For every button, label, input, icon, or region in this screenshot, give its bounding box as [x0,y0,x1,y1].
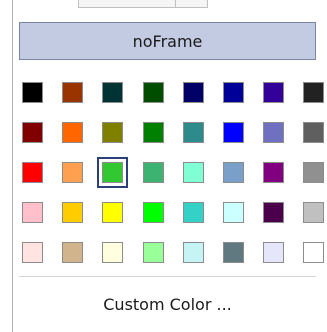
color-swatch[interactable] [183,122,204,143]
color-swatch[interactable] [62,82,83,103]
color-swatch[interactable] [183,162,204,183]
color-swatch[interactable] [303,202,324,223]
color-swatch[interactable] [102,242,123,263]
color-swatch[interactable] [102,202,123,223]
color-swatch[interactable] [62,162,83,183]
color-swatch[interactable] [62,202,83,223]
color-swatch[interactable] [22,242,43,263]
color-picker-popup: noFrame Custom Color ... [0,0,327,332]
separator [19,276,316,277]
color-swatch[interactable] [223,122,244,143]
color-swatch[interactable] [183,82,204,103]
color-swatch[interactable] [102,82,123,103]
color-swatch[interactable] [22,162,43,183]
color-swatch[interactable] [143,202,164,223]
color-swatch[interactable] [263,162,284,183]
color-swatch[interactable] [143,242,164,263]
color-swatch[interactable] [143,122,164,143]
color-swatch[interactable] [143,162,164,183]
color-swatch[interactable] [143,82,164,103]
color-swatch-grid [0,0,327,280]
color-swatch[interactable] [183,242,204,263]
color-swatch[interactable] [22,202,43,223]
color-swatch[interactable] [303,82,324,103]
color-swatch[interactable] [303,242,324,263]
color-swatch[interactable] [223,202,244,223]
color-swatch[interactable] [263,82,284,103]
color-swatch[interactable] [102,122,123,143]
color-swatch[interactable] [263,242,284,263]
color-swatch[interactable] [62,122,83,143]
color-swatch[interactable] [62,242,83,263]
color-swatch-selected[interactable] [97,157,128,188]
color-swatch[interactable] [303,162,324,183]
color-swatch[interactable] [263,122,284,143]
color-swatch[interactable] [223,162,244,183]
custom-color-button[interactable]: Custom Color ... [19,290,316,318]
custom-color-label: Custom Color ... [103,294,232,314]
color-swatch[interactable] [22,82,43,103]
color-swatch[interactable] [263,202,284,223]
color-swatch[interactable] [183,202,204,223]
color-swatch[interactable] [223,242,244,263]
color-swatch[interactable] [22,122,43,143]
color-swatch[interactable] [303,122,324,143]
color-swatch[interactable] [223,82,244,103]
